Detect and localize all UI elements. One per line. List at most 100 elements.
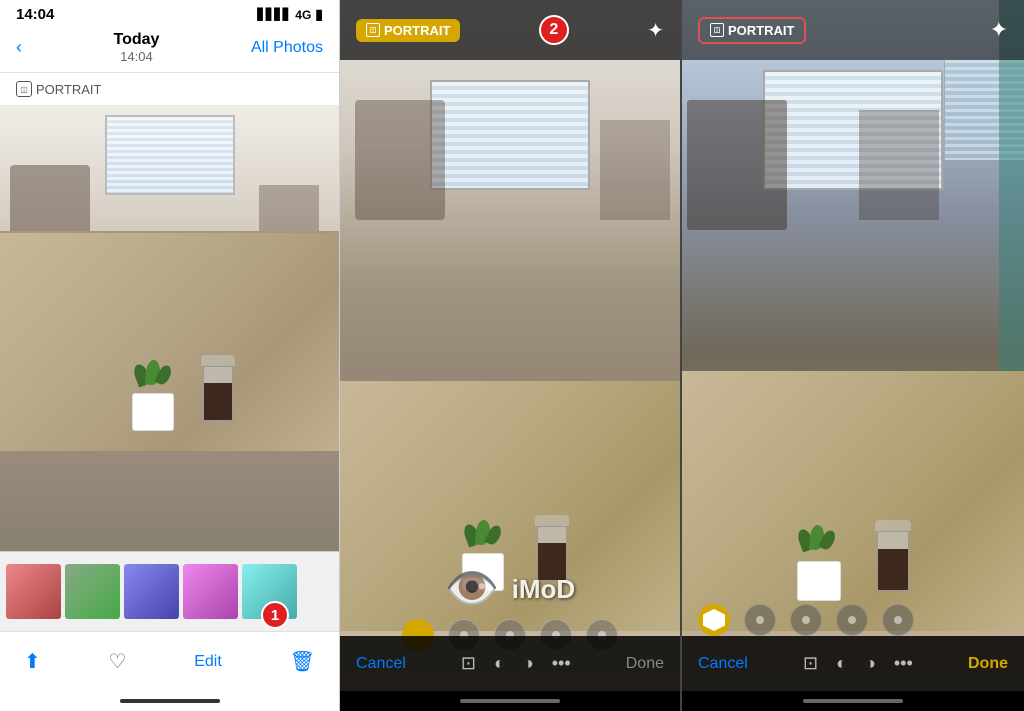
nav-title-sub: 14:04 [114,49,160,64]
p2-edit-toolbar: Cancel ⊡ ◐ ◑ ••• Done [340,636,680,691]
plant-leaves [133,358,173,393]
thumb-2[interactable] [65,564,120,619]
p3-wand-icon[interactable]: ✦ [990,17,1008,43]
home-indicator-1 [0,691,339,711]
p3-light-option-1[interactable] [698,604,730,636]
p3-edit-toolbar: Cancel ⊡ ◐ ◑ ••• Done [682,636,1024,691]
p3-dot-5 [894,616,902,624]
edit-button[interactable]: Edit [194,653,222,671]
p3-adjust-icon[interactable]: ◐ [836,653,847,674]
p3-edit-bottom: Cancel ⊡ ◐ ◑ ••• Done [682,636,1024,711]
p3-home-indicator [682,691,1024,711]
portrait-outlined-label: PORTRAIT [728,23,794,38]
p3-home-bar [803,699,903,703]
portrait-badge-outlined[interactable]: ◫ PORTRAIT [698,17,806,44]
home-bar-1 [120,699,220,703]
back-button[interactable]: ‹ [16,37,22,58]
p3-cup-liquid [878,549,908,590]
p2-plant-leaves [463,518,503,553]
p3-cup-straw [896,531,899,532]
p3-dot-2 [756,616,764,624]
p2-crop-icon[interactable]: ⊡ [461,653,476,674]
imod-content: 👁️ iMoD [445,567,575,611]
p3-crop-icon[interactable]: ⊡ [803,653,818,674]
portrait-badge-icon: ◫ [366,23,380,37]
p2-cup-lid [535,515,569,526]
panel-1: 14:04 ▋▋▋▋ 4G ▮ ‹ Today 14:04 All Photos… [0,0,340,711]
panel-2: 👁️ iMoD ◫ PORTRAIT [340,0,682,711]
p3-light-hex [703,609,725,631]
status-bar: 14:04 ▋▋▋▋ 4G ▮ [0,0,339,27]
p3-bg-chair [859,110,939,220]
battery-icon: ▮ [315,6,323,23]
drink-element [203,355,235,421]
p3-pot-body [797,561,841,601]
portrait-badge-filled[interactable]: ◫ PORTRAIT [356,19,460,42]
p3-light-option-4[interactable] [836,604,868,636]
plant-element [132,358,174,431]
p2-cancel-button[interactable]: Cancel [356,655,406,673]
panel2-photo: 👁️ iMoD [340,0,680,711]
p2-done-button[interactable]: Done [626,655,664,673]
cup-body [203,366,233,421]
p3-edit-icons: ⊡ ◐ ◑ ••• [803,653,913,674]
thumb-3[interactable] [124,564,179,619]
photo-scene [0,105,339,551]
p3-lighting-selector [698,604,914,636]
delete-button[interactable]: 🗑 [290,649,315,674]
imod-icon: 👁️ [445,567,500,611]
nav-bar: ‹ Today 14:04 All Photos [0,27,339,73]
p3-light-option-5[interactable] [882,604,914,636]
cup-lid [201,355,235,366]
signal-icon: ▋▋▋▋ [257,8,291,21]
status-time: 14:04 [16,6,54,23]
thumb-1[interactable] [6,564,61,619]
p2-home-indicator [340,691,680,711]
step-badge-2: 2 [539,15,569,45]
p3-drink [877,520,911,591]
status-icons: ▋▋▋▋ 4G ▮ [257,6,323,23]
p3-teal-curtain [999,0,1024,427]
portrait-text: PORTRAIT [36,82,102,97]
p2-top-bar: ◫ PORTRAIT 2 ✦ [340,0,680,60]
p2-window [430,80,590,190]
p3-plant-leaves [797,523,841,561]
p3-filter-icon[interactable]: ◑ [865,653,876,674]
p3-more-icon[interactable]: ••• [894,653,913,674]
p2-home-bar [460,699,560,703]
p2-edit-bottom: Cancel ⊡ ◐ ◑ ••• Done [340,636,680,711]
p2-adjust-icon[interactable]: ◐ [494,653,505,674]
p2-bg-furniture [355,100,445,220]
network-label: 4G [295,8,311,22]
all-photos-button[interactable]: All Photos [251,39,323,57]
nav-title-main: Today [114,31,160,49]
p3-table [682,371,1024,631]
main-photo[interactable] [0,105,339,551]
p3-light-option-2[interactable] [744,604,776,636]
p3-bg-furniture [687,100,787,230]
wand-icon[interactable]: ✦ [647,18,664,43]
favorite-button[interactable]: ♡ [109,649,127,674]
p3-cup-lid [875,520,911,531]
share-button[interactable]: ⬆ [24,649,41,674]
nav-title: Today 14:04 [114,31,160,64]
p3-cancel-button[interactable]: Cancel [698,655,748,673]
p3-done-button[interactable]: Done [968,655,1008,673]
thumb-4[interactable] [183,564,238,619]
portrait-label: ◫ PORTRAIT [0,73,339,105]
imod-text: iMoD [512,574,576,605]
p2-edit-icons: ⊡ ◐ ◑ ••• [461,653,571,674]
p3-dot-3 [802,616,810,624]
step-badge-1: 1 [261,601,289,629]
panel-3: ◫ PORTRAIT ✦ Cancel ⊡ ◐ ◑ ••• Done [682,0,1024,711]
p2-bg-chair [600,120,670,220]
p2-more-icon[interactable]: ••• [552,653,571,674]
window-element [105,115,235,195]
p2-window-blind [432,82,588,188]
portrait-outlined-icon: ◫ [710,23,724,37]
p3-light-option-3[interactable] [790,604,822,636]
p3-plant [797,523,841,601]
pot-body [132,393,174,431]
p2-filter-icon[interactable]: ◑ [523,653,534,674]
portrait-small-icon: ◫ [16,81,32,97]
